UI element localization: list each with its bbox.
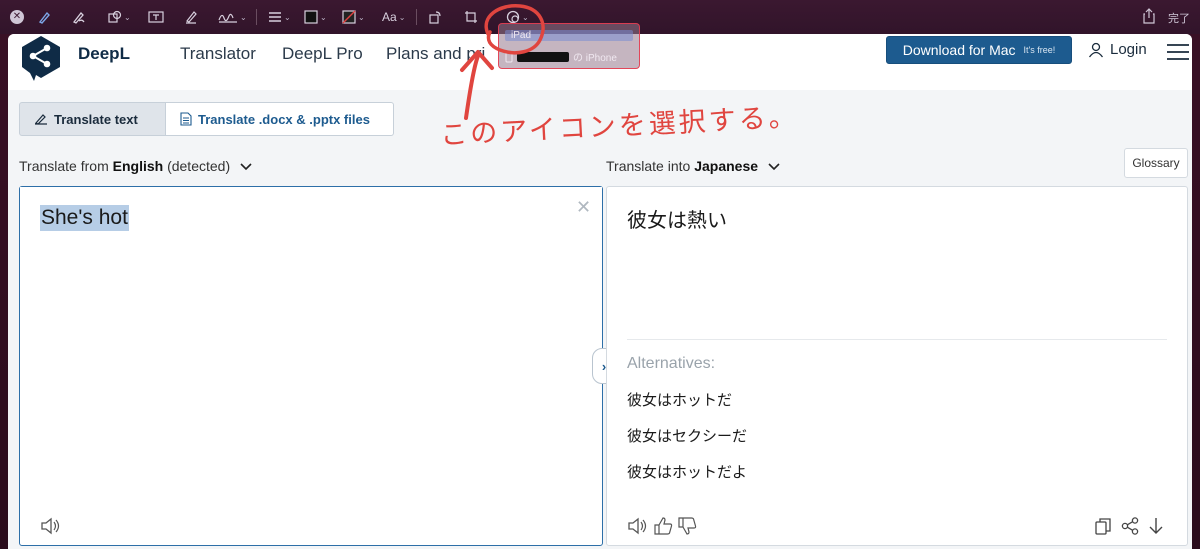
- tab-translate-text-label: Translate text: [54, 111, 138, 127]
- tab-translate-files-label: Translate .docx & .pptx files: [198, 111, 370, 127]
- alternatives-divider: [627, 339, 1167, 340]
- chevron-down-icon: ⌄: [240, 12, 247, 22]
- nav-deepl-pro[interactable]: DeepL Pro: [282, 44, 363, 64]
- chevron-down-icon: ⌄: [358, 12, 365, 22]
- device-option-iphone-label: の iPhone: [573, 53, 617, 64]
- chevron-down-icon: ⌄: [398, 12, 406, 22]
- target-text-panel: 彼女は熱い Alternatives: 彼女はホットだ 彼女はセクシーだ 彼女は…: [606, 186, 1188, 546]
- alternative-item[interactable]: 彼女はセクシーだ: [627, 425, 747, 446]
- toolbar-divider: [416, 9, 417, 25]
- copy-icon[interactable]: [1095, 517, 1111, 535]
- chevron-down-icon: ⌄: [284, 12, 291, 22]
- translated-text[interactable]: 彼女は熱い: [627, 204, 727, 233]
- source-text-input[interactable]: She's hot: [40, 205, 129, 231]
- download-note: It's free!: [1023, 45, 1056, 55]
- alternatives-label: Alternatives:: [627, 355, 716, 372]
- share-icon[interactable]: [1121, 517, 1139, 535]
- glossary-button[interactable]: Glossary: [1124, 148, 1188, 178]
- text-style-label: Aa: [382, 10, 397, 24]
- alternative-item[interactable]: 彼女はホットだよ: [627, 461, 747, 482]
- source-text-panel[interactable]: She's hot ✕: [19, 186, 603, 546]
- shapes-icon[interactable]: ⌄: [108, 8, 131, 26]
- chevron-down-icon: ⌄: [124, 12, 131, 22]
- share-device-popover: iPad の iPhone: [498, 23, 640, 69]
- target-language-prefix: Translate into: [606, 158, 695, 174]
- done-button[interactable]: 完了: [1168, 10, 1190, 26]
- chevron-down-icon: [768, 163, 780, 171]
- brand-name[interactable]: DeepL: [78, 44, 130, 64]
- rotate-icon[interactable]: [428, 8, 442, 26]
- user-icon: [1088, 42, 1104, 57]
- signature-icon[interactable]: ⌄: [218, 8, 247, 26]
- toolbar-divider: [256, 9, 257, 25]
- download-for-mac-button[interactable]: Download for Mac It's free!: [886, 36, 1072, 64]
- source-language-prefix: Translate from: [19, 158, 113, 174]
- line-style-icon[interactable]: ⌄: [268, 8, 291, 26]
- clear-text-icon[interactable]: ✕: [576, 197, 591, 218]
- target-language-name: Japanese: [694, 158, 759, 174]
- source-language-name: English: [112, 158, 164, 174]
- tab-translate-text[interactable]: Translate text: [19, 102, 166, 136]
- nav-translator[interactable]: Translator: [180, 44, 256, 64]
- pen-icon: [35, 114, 47, 125]
- thumbs-up-icon[interactable]: [653, 517, 673, 535]
- share-icon[interactable]: [1142, 8, 1156, 29]
- thumbs-down-icon[interactable]: [677, 517, 697, 535]
- chevron-down-icon: ⌄: [320, 12, 327, 22]
- phone-icon: [505, 51, 513, 62]
- redacted-name: [517, 51, 569, 62]
- device-option-ipad[interactable]: iPad: [505, 30, 633, 41]
- target-language-selector[interactable]: Translate into Japanese: [606, 158, 780, 174]
- close-icon[interactable]: ✕: [10, 10, 24, 24]
- chevron-down-icon: ⌄: [522, 12, 529, 22]
- alternative-item[interactable]: 彼女はホットだ: [627, 389, 732, 410]
- border-color-icon[interactable]: ⌄: [304, 8, 327, 26]
- download-label: Download for Mac: [902, 42, 1016, 58]
- login-link[interactable]: Login: [1088, 41, 1147, 58]
- tab-translate-files[interactable]: Translate .docx & .pptx files: [166, 102, 394, 136]
- device-option-ipad-label: iPad: [511, 30, 532, 41]
- document-icon: [180, 112, 192, 126]
- text-style-button[interactable]: Aa ⌄: [382, 8, 405, 26]
- text-box-icon[interactable]: [148, 8, 164, 26]
- login-label: Login: [1110, 41, 1147, 58]
- deepl-logo-icon[interactable]: [18, 34, 64, 87]
- output-actions: [1095, 517, 1163, 535]
- sketch-pen-icon[interactable]: [38, 8, 52, 26]
- source-language-selector[interactable]: Translate from English (detected): [19, 158, 252, 174]
- fill-color-icon[interactable]: ⌄: [342, 8, 365, 26]
- hamburger-menu-icon[interactable]: [1167, 44, 1189, 65]
- device-option-iphone[interactable]: の iPhone: [505, 49, 633, 64]
- feedback-controls: [627, 517, 697, 535]
- chevron-down-icon: [240, 163, 252, 171]
- translation-mode-tabs: Translate text Translate .docx & .pptx f…: [19, 102, 394, 136]
- draw-icon[interactable]: [72, 8, 86, 26]
- nav-plans-and-pricing[interactable]: Plans and pri: [386, 44, 485, 64]
- speaker-icon[interactable]: [627, 517, 649, 535]
- speaker-icon[interactable]: [40, 517, 60, 540]
- highlight-icon[interactable]: [184, 8, 198, 26]
- source-language-suffix: (detected): [163, 158, 231, 174]
- download-icon[interactable]: [1149, 517, 1163, 535]
- crop-icon[interactable]: [464, 8, 478, 26]
